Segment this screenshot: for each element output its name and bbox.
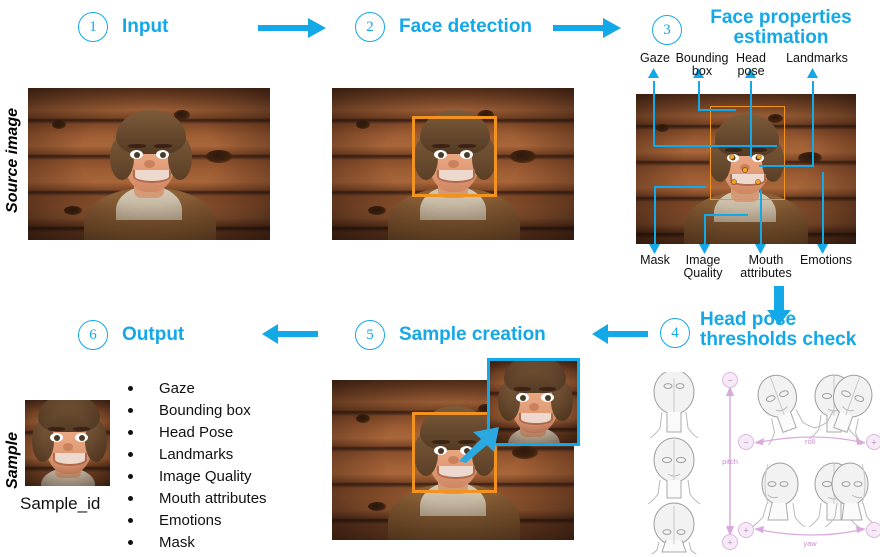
output-property-item: Image Quality [128, 465, 267, 487]
step-3-title: Face properties estimation [710, 7, 852, 48]
arrow-step1-to-step2 [258, 16, 328, 40]
step-1-header: 1 Input [78, 12, 168, 42]
output-property-label: Image Quality [159, 467, 252, 485]
output-property-label: Mouth attributes [159, 489, 267, 507]
bullet-dot-icon [128, 495, 133, 501]
step-4-title: Head pose thresholds check [700, 309, 857, 350]
bullet-dot-icon [128, 407, 133, 413]
bullet-dot-icon [128, 385, 133, 391]
leader-line-bounding-box-h [698, 109, 736, 111]
leader-line-image-quality-h [704, 214, 748, 216]
output-properties-list: Gaze Bounding box Head Pose Landmarks Image … [128, 377, 267, 553]
leader-line-landmarks-h [759, 165, 814, 167]
leader-line-landmarks [812, 81, 814, 167]
annotation-landmarks: Landmarks [786, 51, 848, 65]
arrow-tip-emotions [816, 240, 829, 254]
landmark-point [732, 180, 736, 184]
leader-line-gaze-h [653, 145, 777, 147]
output-property-label: Landmarks [159, 445, 234, 463]
svg-text:+: + [727, 538, 732, 548]
landmark-point [730, 155, 734, 159]
output-property-label: Bounding box [159, 401, 251, 419]
row-label-sample: Sample [4, 432, 21, 489]
step-1-title: Input [122, 16, 169, 38]
landmark-point [756, 180, 760, 184]
leader-line-gaze [653, 81, 655, 147]
arrow-step2-to-step3 [553, 16, 623, 40]
output-property-item: Emotions [128, 509, 267, 531]
leader-line-mask-h [654, 186, 706, 188]
arrow-tip-mask [648, 240, 661, 254]
step-5-number: 5 [355, 320, 385, 350]
leader-line-bounding-box [698, 81, 700, 111]
arrow-step4-to-step5 [592, 322, 648, 346]
annotation-head-pose: Head pose [736, 51, 766, 79]
step-6-title: Output [122, 324, 185, 346]
bullet-dot-icon [128, 539, 133, 545]
output-property-item: Landmarks [128, 443, 267, 465]
output-property-label: Gaze [159, 379, 195, 397]
photo-output-sample [25, 400, 110, 486]
sample-id-label: Sample_id [20, 494, 101, 513]
step-2-header: 2 Face detection [355, 12, 532, 42]
output-property-item: Mouth attributes [128, 487, 267, 509]
output-property-item: Mask [128, 531, 267, 553]
annotation-bounding-box: Bounding box [675, 51, 729, 79]
step-6-header: 6 Output [78, 320, 184, 350]
step-4-header: 4 Head pose thresholds check [660, 310, 875, 350]
svg-text:+: + [743, 526, 748, 536]
svg-text:yaw: yaw [803, 539, 817, 548]
landmark-point [757, 155, 761, 159]
annotation-image-quality: Image Quality [683, 253, 723, 281]
bullet-dot-icon [128, 451, 133, 457]
step-4-number: 4 [660, 318, 690, 348]
row-label-source-image: Source image [4, 108, 21, 213]
leader-line-head-pose [750, 81, 752, 157]
arrow-tip-gaze [647, 68, 660, 82]
step-2-number: 2 [355, 12, 385, 42]
svg-text:pitch: pitch [722, 457, 738, 466]
step-5-header: 5 Sample creation [355, 320, 546, 350]
output-property-item: Gaze [128, 377, 267, 399]
output-property-item: Head Pose [128, 421, 267, 443]
step-6-number: 6 [78, 320, 108, 350]
arrow-tip-image-quality [698, 240, 711, 254]
step-3-header: 3 Face properties estimation [652, 8, 870, 48]
output-property-item: Bounding box [128, 399, 267, 421]
bullet-dot-icon [128, 473, 133, 479]
arrow-tip-mouth-attributes [754, 240, 767, 254]
arrow-step5-to-step6 [262, 322, 318, 346]
svg-text:−: − [743, 438, 748, 448]
head-pose-panel: − + pitch − + roll + − yaw [648, 372, 880, 554]
svg-text:+: + [871, 438, 876, 448]
svg-text:−: − [871, 526, 876, 536]
photo-face-detection [332, 88, 574, 240]
arrow-crop-extract [457, 425, 501, 463]
svg-text:roll: roll [805, 437, 815, 446]
bullet-dot-icon [128, 517, 133, 523]
output-property-label: Head Pose [159, 423, 234, 441]
landmark-point [743, 168, 747, 172]
step-1-number: 1 [78, 12, 108, 42]
bullet-dot-icon [128, 429, 133, 435]
annotation-emotions: Emotions [799, 253, 853, 267]
photo-input [28, 88, 270, 240]
svg-text:−: − [727, 376, 732, 386]
bounding-box-annotated [710, 106, 785, 200]
step-3-number: 3 [652, 15, 682, 45]
output-property-label: Mask [159, 533, 195, 551]
step-2-title: Face detection [399, 16, 533, 38]
diagram-canvas: Source image Sample 1 Input 2 Face detec… [0, 0, 880, 557]
step-5-title: Sample creation [399, 324, 546, 346]
bounding-box-detected [412, 116, 497, 197]
arrow-tip-landmarks [806, 68, 819, 82]
output-property-label: Emotions [159, 511, 222, 529]
